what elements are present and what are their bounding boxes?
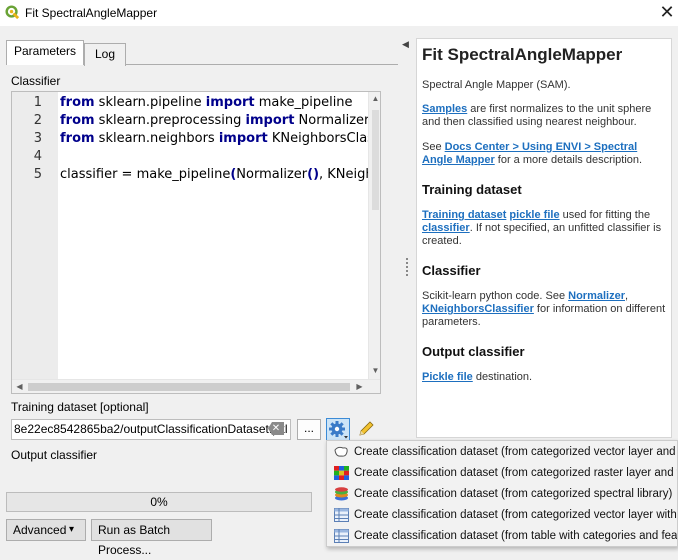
table-icon — [334, 508, 349, 522]
line-number: 3 — [33, 131, 42, 146]
menu-item-label: Create classification dataset (from cate… — [354, 467, 678, 479]
training-dataset-label: Training dataset [optional] — [11, 400, 149, 414]
menu-item-spectral-library[interactable]: Create classification dataset (from cate… — [327, 484, 677, 505]
docs-suffix: for a more details description. — [494, 154, 643, 166]
code-editor[interactable]: 1 2 3 4 5 from sklearn.pipeline import make_… — [11, 91, 381, 394]
window-title: Fit SpectralAngleMapper — [25, 6, 158, 20]
algorithm-gear-button[interactable] — [326, 418, 350, 441]
code-text: sklearn.preprocessing — [94, 113, 246, 128]
samples-link[interactable]: Samples — [422, 103, 467, 115]
pencil-icon[interactable] — [357, 420, 375, 438]
menu-item-label: Create classification dataset (from tabl… — [354, 530, 678, 542]
kneighbors-link[interactable]: KNeighborsClassifier — [422, 303, 534, 315]
line-number: 1 — [33, 95, 42, 110]
menu-item-label: Create classification dataset (from cate… — [354, 509, 678, 521]
help-output-paragraph: Pickle file destination. — [422, 371, 668, 384]
training-dataset-link[interactable]: Training dataset — [422, 209, 506, 221]
code-keyword: from — [60, 113, 95, 128]
code-text: make_pipeline — [254, 95, 353, 110]
pickle-file-output-link[interactable]: Pickle file — [422, 371, 473, 383]
line-number: 2 — [33, 113, 42, 128]
training-dataset-heading: Training dataset — [422, 182, 522, 197]
help-panel: Fit SpectralAngleMapper Spectral Angle M… — [416, 38, 672, 438]
pickle-file-link[interactable]: pickle file — [509, 209, 559, 221]
code-keyword: import — [205, 95, 255, 110]
code-line: from sklearn.pipeline import make_pipeli… — [60, 95, 353, 110]
splitter-handle[interactable] — [406, 258, 408, 276]
code-text: classifier = make_pipeline — [60, 167, 231, 182]
output-classifier-label: Output classifier — [11, 448, 98, 462]
code-line: from sklearn.neighbors import KNeighbors… — [60, 131, 381, 146]
vertical-scrollbar[interactable]: ▲ ▼ — [368, 92, 380, 379]
help-title: Fit SpectralAngleMapper — [422, 45, 623, 64]
code-text: sklearn.neighbors — [94, 131, 219, 146]
code-keyword: import — [245, 113, 295, 128]
vertical-scroll-thumb[interactable] — [372, 110, 379, 210]
line-number-gutter: 1 2 3 4 5 — [12, 92, 58, 379]
output-suffix: destination. — [472, 371, 533, 383]
code-keyword: from — [60, 131, 95, 146]
scroll-left-arrow-icon[interactable]: ◀ — [13, 382, 26, 391]
gear-icon — [329, 421, 348, 439]
scroll-up-arrow-icon[interactable]: ▲ — [369, 94, 380, 103]
code-line: classifier = make_pipeline(Normalizer(),… — [60, 167, 380, 182]
table-icon — [334, 529, 349, 543]
code-text: KNeighborsClass — [267, 131, 381, 146]
menu-item-label: Create classification dataset (from cate… — [354, 488, 673, 500]
code-keyword: from — [60, 95, 95, 110]
line-number: 5 — [33, 167, 42, 182]
spectral-library-icon — [335, 487, 348, 501]
browse-button[interactable]: ... — [297, 419, 321, 440]
help-training-paragraph: Training dataset pickle file used for fi… — [422, 209, 668, 248]
normalizer-link[interactable]: Normalizer — [568, 290, 625, 302]
progress-text: 0% — [150, 495, 168, 509]
menu-item-vector-layer[interactable]: Create classification dataset (from cate… — [327, 442, 678, 463]
horizontal-scrollbar[interactable]: ◀ ▶ — [12, 379, 380, 393]
code-text: sklearn.pipeline — [94, 95, 206, 110]
code-text: Normalizer — [294, 113, 370, 128]
close-button[interactable]: ✕ — [656, 2, 678, 24]
line-number: 4 — [33, 149, 42, 164]
code-text: Normalizer — [236, 167, 308, 182]
tab-parameters[interactable]: Parameters — [6, 40, 84, 65]
classifier-comma: , — [625, 290, 629, 302]
classifier-heading: Classifier — [422, 263, 481, 278]
docs-prefix: See — [422, 141, 445, 153]
training-dataset-input[interactable]: 8e22ec8542865ba2/outputClassificationDat… — [11, 419, 291, 440]
menu-item-label: Create classification dataset (from cate… — [354, 446, 678, 458]
run-as-batch-button[interactable]: Run as Batch Process... — [91, 519, 212, 557]
output-classifier-heading: Output classifier — [422, 344, 525, 359]
code-line: from sklearn.preprocessing import Normal… — [60, 113, 369, 128]
qgis-logo-icon — [5, 5, 20, 20]
horizontal-scroll-thumb[interactable] — [28, 383, 350, 391]
training-mid: used for fitting the — [559, 209, 651, 221]
code-keyword: () — [307, 167, 320, 182]
menu-item-raster-layer[interactable]: Create classification dataset (from cate… — [327, 463, 678, 484]
scroll-right-arrow-icon[interactable]: ▶ — [353, 382, 366, 391]
collapse-arrow-icon[interactable]: ◀ — [402, 39, 409, 50]
help-subtitle: Spectral Angle Mapper (SAM). — [422, 79, 571, 91]
vector-polygon-icon — [334, 446, 348, 457]
tab-log[interactable]: Log — [84, 43, 126, 66]
chevron-down-icon: ▾ — [69, 524, 75, 535]
help-samples-paragraph: Samples are first normalizes to the unit… — [422, 103, 668, 129]
scroll-down-arrow-icon[interactable]: ▼ — [369, 366, 380, 375]
advanced-button[interactable]: Advanced ▾ — [6, 519, 86, 541]
raster-icon — [334, 466, 349, 480]
classifier-prefix: Scikit-learn python code. See — [422, 290, 569, 302]
classifier-label: Classifier — [11, 74, 61, 88]
dataset-creation-menu: Create classification dataset (from cate… — [326, 440, 678, 547]
help-docs-paragraph: See Docs Center > Using ENVI > Spectral … — [422, 141, 668, 167]
progress-bar: 0% — [6, 492, 312, 512]
classifier-link[interactable]: classifier — [422, 222, 470, 234]
help-classifier-paragraph: Scikit-learn python code. See Normalizer… — [422, 290, 668, 329]
code-keyword: import — [218, 131, 268, 146]
menu-item-table[interactable]: Create classification dataset (from tabl… — [327, 526, 678, 546]
menu-item-vector-attributes[interactable]: Create classification dataset (from cate… — [327, 505, 678, 526]
advanced-label: Advanced — [13, 523, 67, 537]
